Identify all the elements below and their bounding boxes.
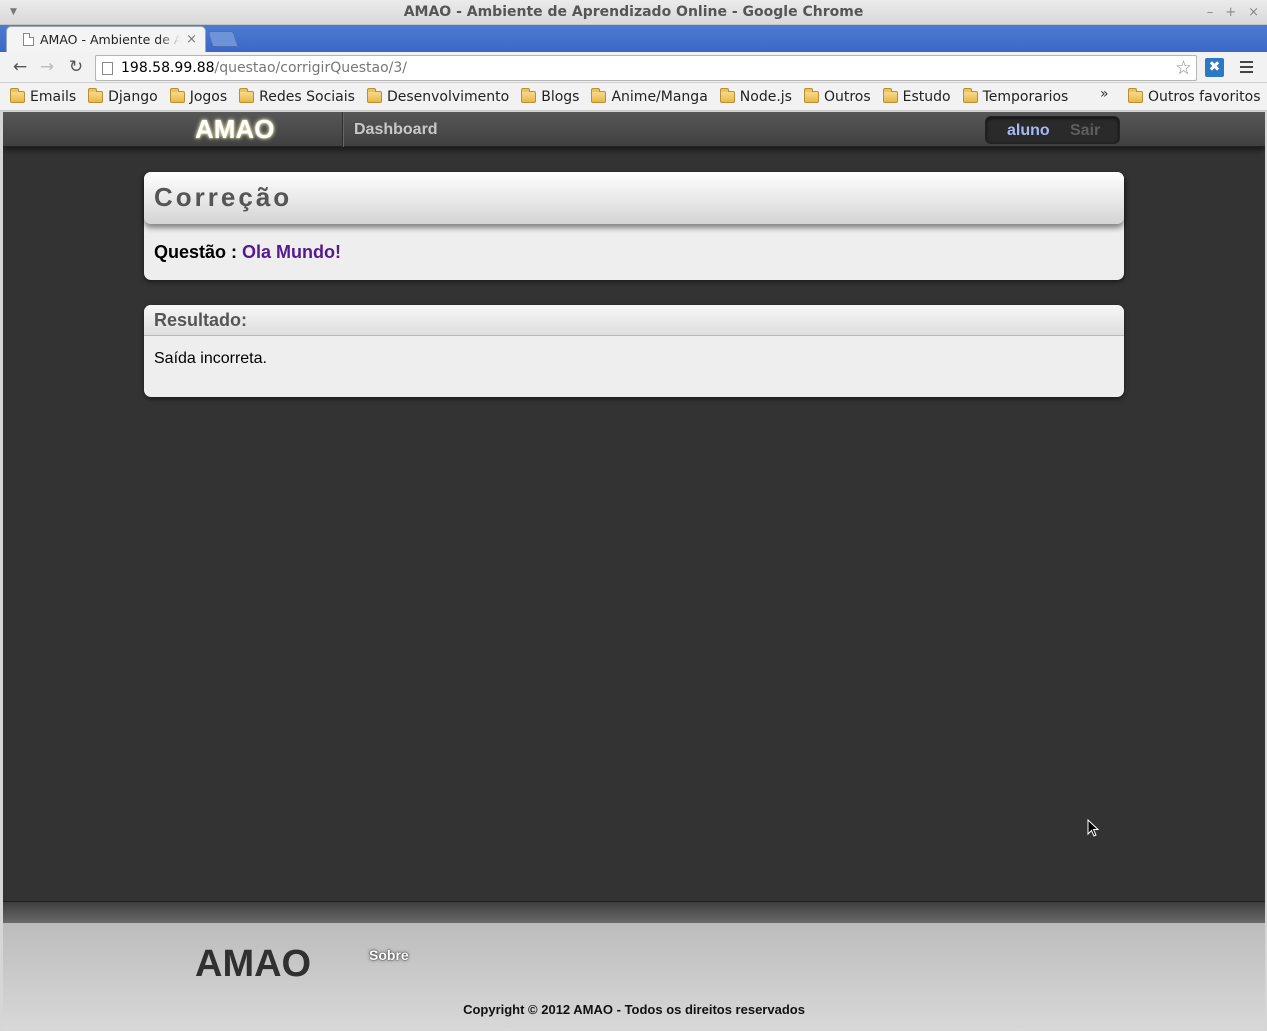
extension-icon[interactable]: ✖ xyxy=(1205,58,1224,77)
bookmarks-bar: Emails Django Jogos Redes Sociais Desenv… xyxy=(0,83,1267,111)
bookmark-label: Redes Sociais xyxy=(259,88,355,105)
question-link[interactable]: Ola Mundo! xyxy=(242,242,341,262)
result-title: Resultado: xyxy=(154,310,248,330)
chrome-menu-icon[interactable] xyxy=(1237,58,1255,76)
question-label: Questão : xyxy=(154,242,243,262)
bookmarks-overflow-chevron-icon[interactable]: » xyxy=(1100,86,1109,102)
bookmark-label: Django xyxy=(108,88,158,105)
bookmark-folder[interactable]: Desenvolvimento xyxy=(366,87,510,105)
page-icon xyxy=(102,61,113,75)
window-controls: – + × xyxy=(1207,0,1259,25)
bookmark-folder[interactable]: Django xyxy=(88,87,158,105)
window-titlebar: ▼ AMAO - Ambiente de Aprendizado Online … xyxy=(0,0,1267,25)
url-path: /questao/corrigirQuestao/3/ xyxy=(214,60,407,76)
folder-icon xyxy=(882,87,898,103)
folder-icon xyxy=(10,87,25,103)
folder-icon xyxy=(239,87,255,103)
bookmark-label: Emails xyxy=(30,88,77,105)
bookmark-folder[interactable]: Redes Sociais xyxy=(239,87,355,105)
user-profile-link[interactable]: aluno xyxy=(1007,117,1050,145)
browser-toolbar: ← → ↻ 198.58.99.88/questao/corrigirQuest… xyxy=(0,52,1267,83)
folder-icon xyxy=(169,87,185,103)
footer-logo: AMAO xyxy=(195,943,312,985)
logout-link[interactable]: Sair xyxy=(1070,117,1100,145)
new-tab-button[interactable] xyxy=(207,31,239,47)
back-arrow-icon[interactable]: ← xyxy=(10,57,30,77)
bookmark-label: Node.js xyxy=(739,88,792,105)
maximize-icon[interactable]: + xyxy=(1225,0,1236,25)
folder-icon xyxy=(962,87,978,103)
forward-arrow-icon[interactable]: → xyxy=(37,57,57,77)
bookmark-label: Temporarios xyxy=(982,88,1069,105)
close-tab-icon[interactable]: × xyxy=(186,32,197,47)
other-bookmarks-folder[interactable]: Outros favoritos xyxy=(1128,83,1261,111)
site-logo[interactable]: AMAO xyxy=(195,112,274,147)
bookmark-star-icon[interactable]: ☆ xyxy=(1175,57,1192,79)
site-header: AMAO Dashboard aluno Sair xyxy=(3,112,1265,147)
page-viewport: AMAO Dashboard aluno Sair Correção Quest… xyxy=(3,112,1265,1030)
result-panel-header: Resultado: xyxy=(144,305,1124,336)
bookmark-label: Desenvolvimento xyxy=(386,88,510,105)
bookmark-label: Outros favoritos xyxy=(1148,89,1261,105)
bookmark-folder[interactable]: Jogos xyxy=(169,87,228,105)
folder-icon xyxy=(591,87,607,103)
folder-icon xyxy=(521,87,537,103)
footer-about-link[interactable]: Sobre xyxy=(369,947,409,963)
address-bar[interactable]: 198.58.99.88/questao/corrigirQuestao/3/ … xyxy=(95,55,1197,81)
bookmark-folder[interactable]: Emails xyxy=(10,87,77,105)
tab-strip: AMAO - Ambiente de Aprendizado Online × xyxy=(0,25,1267,52)
minimize-icon[interactable]: – xyxy=(1207,0,1214,25)
bookmark-label: Outros xyxy=(823,88,871,105)
bookmark-folder[interactable]: Blogs xyxy=(521,87,580,105)
question-line: Questão : Ola Mundo! xyxy=(154,242,341,263)
correction-panel-header: Correção xyxy=(144,172,1124,224)
bookmark-folder[interactable]: Anime/Manga xyxy=(591,87,708,105)
bookmark-folder[interactable]: Node.js xyxy=(719,87,792,105)
folder-icon xyxy=(88,87,104,103)
bookmark-label: Blogs xyxy=(541,88,580,105)
bookmark-label: Anime/Manga xyxy=(611,88,708,105)
folder-icon xyxy=(719,87,735,103)
bookmark-label: Estudo xyxy=(902,88,951,105)
nav-dashboard-link[interactable]: Dashboard xyxy=(354,112,438,147)
correction-panel: Correção Questão : Ola Mundo! xyxy=(144,172,1124,280)
result-message: Saída incorreta. xyxy=(154,350,267,367)
bookmark-folder[interactable]: Outros xyxy=(803,87,871,105)
header-divider xyxy=(342,112,344,147)
footer-divider-bar xyxy=(3,901,1265,923)
site-footer: AMAO Sobre Copyright © 2012 AMAO - Todos… xyxy=(3,923,1265,1030)
bookmark-label: Jogos xyxy=(189,88,228,105)
mouse-cursor-icon xyxy=(1087,819,1099,837)
copyright-text: Copyright © 2012 AMAO - Todos os direito… xyxy=(463,1002,805,1017)
page-icon xyxy=(23,33,34,46)
folder-icon xyxy=(1128,88,1143,103)
url-text: 198.58.99.88/questao/corrigirQuestao/3/ xyxy=(121,60,407,76)
folder-icon xyxy=(366,87,382,103)
user-menu: aluno Sair xyxy=(985,116,1120,144)
url-host: 198.58.99.88 xyxy=(121,60,215,76)
bookmark-folder[interactable]: Temporarios xyxy=(962,87,1069,105)
folder-icon xyxy=(803,87,819,103)
page-title: Correção xyxy=(154,182,293,212)
browser-tab[interactable]: AMAO - Ambiente de Aprendizado Online × xyxy=(6,26,206,52)
result-panel: Resultado: Saída incorreta. xyxy=(144,305,1124,397)
tab-title: AMAO - Ambiente de Aprendizado Online xyxy=(40,32,181,47)
close-window-icon[interactable]: × xyxy=(1248,0,1259,25)
window-menu-icon[interactable]: ▼ xyxy=(10,0,17,25)
reload-icon[interactable]: ↻ xyxy=(66,57,86,77)
window-title: AMAO - Ambiente de Aprendizado Online - … xyxy=(403,4,864,20)
bookmark-folder[interactable]: Estudo xyxy=(882,87,951,105)
